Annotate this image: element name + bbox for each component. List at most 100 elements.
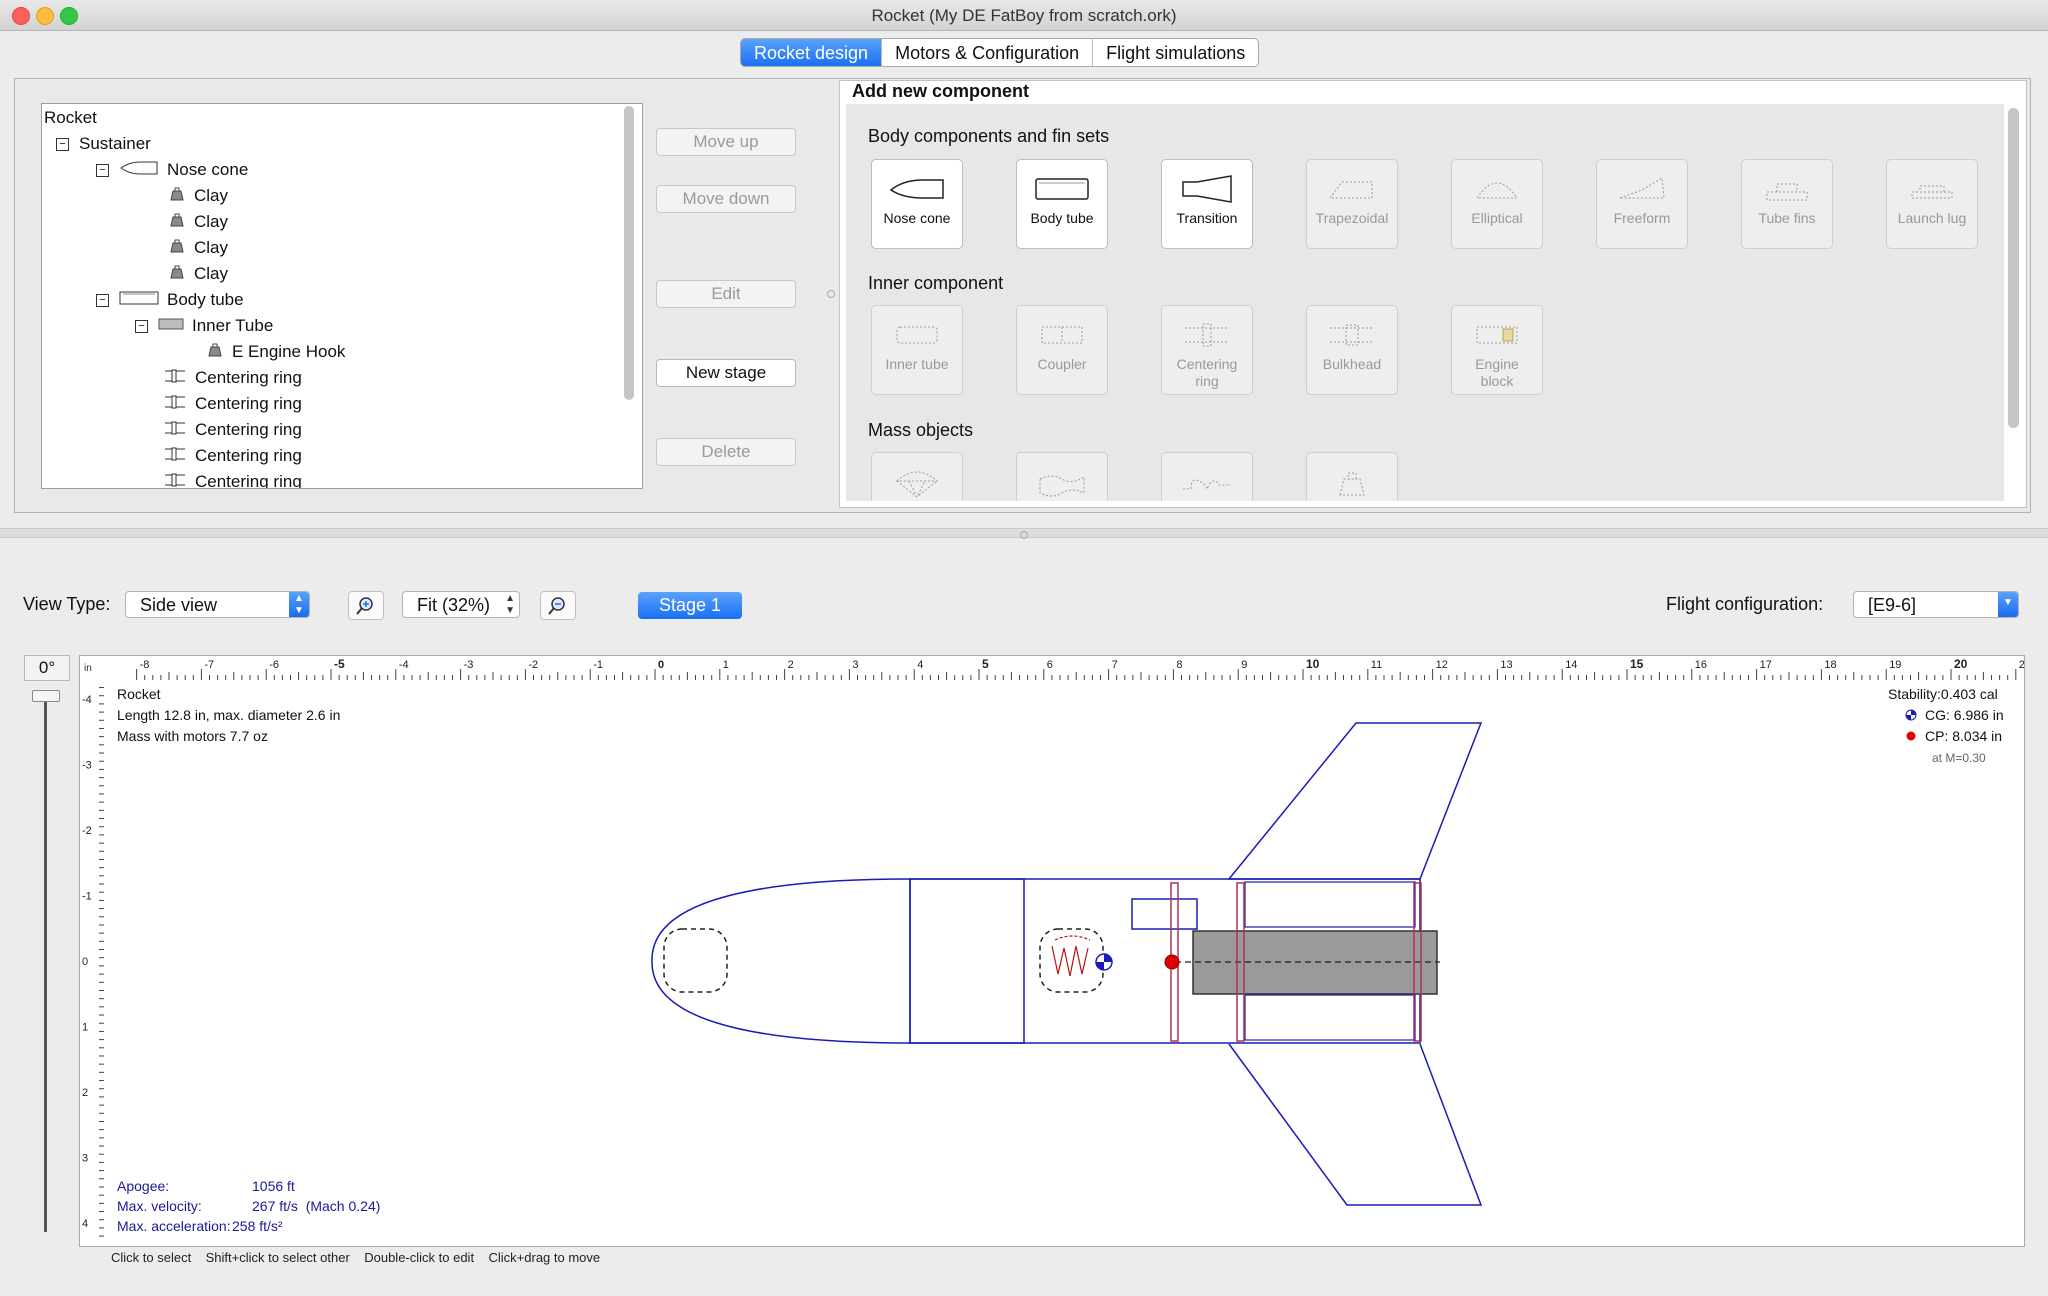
tree-item-rocket[interactable]: Rocket (44, 105, 97, 131)
nose-cone[interactable] (651, 878, 911, 1044)
add-parachute-button[interactable] (871, 452, 963, 501)
edit-button[interactable]: Edit (656, 280, 796, 308)
component-tree[interactable]: Rocket − Sustainer − Nose cone Clay Clay… (41, 103, 643, 489)
fin-lower[interactable] (1228, 1043, 1483, 1206)
rotation-slider-thumb[interactable] (32, 690, 60, 702)
view-type-value: Side view (140, 595, 218, 615)
zoom-out-button[interactable] (540, 591, 576, 620)
zoom-in-button[interactable] (348, 591, 384, 620)
tree-item-nose-cone[interactable]: − Nose cone (96, 157, 248, 183)
ruler-label: 2 (82, 1087, 88, 1099)
chevron-updown-icon: ▲ ▼ (505, 593, 515, 616)
delete-button[interactable]: Delete (656, 438, 796, 466)
tree-scrollbar[interactable] (624, 106, 634, 400)
add-trapezoidal-fins-button[interactable]: Trapezoidal (1306, 159, 1398, 249)
rocket-figure-canvas[interactable]: in -8 -7 -6 -5 -4 -3 -2 -1 0 1 2 3 4 5 6 7 8 9 10 11 12 13 14 1… (80, 656, 2024, 1246)
ruler-label: 10 (1306, 657, 1320, 671)
centering-ring-icon (163, 420, 187, 441)
add-shock-cord-button[interactable] (1161, 452, 1253, 501)
add-mass-component-button[interactable] (1306, 452, 1398, 501)
move-down-button[interactable]: Move down (656, 185, 796, 213)
collapse-icon[interactable]: − (96, 293, 109, 307)
flight-configuration-select[interactable]: [E9-6] ▼ (1853, 591, 2019, 618)
transition-icon (1182, 175, 1232, 203)
new-stage-button[interactable]: New stage (656, 359, 796, 387)
main-tabs: Rocket design Motors & Configuration Fli… (740, 38, 1260, 67)
add-transition-button[interactable]: Transition (1161, 159, 1253, 249)
cg-readout: CG: 6.986 in (1905, 707, 2004, 723)
tree-item-body-tube[interactable]: − Body tube (96, 287, 244, 313)
add-elliptical-fins-button[interactable]: Elliptical (1451, 159, 1543, 249)
coupler-section[interactable] (909, 878, 1025, 1044)
add-engine-block-button[interactable]: Engine block (1451, 305, 1543, 395)
tree-item-centering-ring[interactable]: Centering ring (163, 365, 302, 391)
rotation-slider-track[interactable] (44, 692, 47, 1232)
recovery-mass[interactable] (1039, 928, 1104, 993)
rocket-drawing[interactable] (651, 722, 1483, 1206)
ruler-label: 8 (1176, 659, 1182, 671)
ruler-label: -3 (82, 760, 92, 772)
collapse-icon[interactable]: − (96, 163, 109, 177)
add-bulkhead-button[interactable]: Bulkhead (1306, 305, 1398, 395)
ruler-label: -1 (82, 891, 92, 903)
add-streamer-button[interactable] (1016, 452, 1108, 501)
add-freeform-fins-button[interactable]: Freeform (1596, 159, 1688, 249)
stage-1-button[interactable]: Stage 1 (638, 592, 742, 619)
add-nose-cone-button[interactable]: Nose cone (871, 159, 963, 249)
fin-tab-upper[interactable] (1244, 881, 1416, 928)
add-tube-fins-button[interactable]: Tube fins (1741, 159, 1833, 249)
tree-item-centering-ring[interactable]: Centering ring (163, 391, 302, 417)
body-tube-icon (119, 290, 159, 310)
nose-weight-mass[interactable] (663, 928, 728, 993)
tab-motors-configuration[interactable]: Motors & Configuration (881, 39, 1092, 66)
mouse-hints: Click to select Shift+click to select ot… (111, 1250, 601, 1265)
coupler-icon (1041, 326, 1083, 344)
rocket-figure[interactable]: in -8 -7 -6 -5 -4 -3 -2 -1 0 1 2 3 4 5 6 7 8 9 10 11 12 13 14 1… (79, 655, 2025, 1247)
tree-item-centering-ring[interactable]: Centering ring (163, 469, 302, 488)
parachute-icon (895, 471, 939, 497)
tree-item-clay[interactable]: Clay (168, 209, 228, 235)
ruler-label: -4 (399, 659, 409, 671)
collapse-icon[interactable]: − (56, 137, 69, 151)
ruler-label: 17 (1760, 659, 1772, 671)
palette-scrollbar[interactable] (2008, 108, 2019, 428)
collapse-icon[interactable]: − (135, 319, 148, 333)
tree-item-inner-tube[interactable]: − Inner Tube (135, 313, 273, 339)
tree-item-clay[interactable]: Clay (168, 235, 228, 261)
add-launch-lug-button[interactable]: Launch lug (1886, 159, 1978, 249)
tree-item-label: Clay (194, 186, 229, 205)
tab-flight-simulations[interactable]: Flight simulations (1092, 39, 1258, 66)
tree-item-engine-hook[interactable]: E Engine Hook (206, 339, 345, 365)
zoom-value: Fit (32%) (417, 595, 491, 615)
tree-item-centering-ring[interactable]: Centering ring (163, 443, 302, 469)
tree-item-label: Sustainer (79, 134, 151, 153)
mass-weight-icon (206, 342, 224, 362)
ruler-label: -3 (464, 659, 474, 671)
centering-ring-icon (1185, 323, 1229, 347)
fin-tab-lower[interactable] (1244, 994, 1416, 1041)
tree-item-clay[interactable]: Clay (168, 183, 228, 209)
streamer-icon (1039, 475, 1085, 497)
fin-upper[interactable] (1227, 722, 1483, 880)
move-up-button[interactable]: Move up (656, 128, 796, 156)
ruler-label: -7 (204, 659, 214, 671)
add-coupler-button[interactable]: Coupler (1016, 305, 1108, 395)
add-body-tube-button[interactable]: Body tube (1016, 159, 1108, 249)
tab-rocket-design[interactable]: Rocket design (741, 39, 882, 66)
zoom-select[interactable]: Fit (32%) ▲ ▼ (402, 591, 520, 618)
tree-item-centering-ring[interactable]: Centering ring (163, 417, 302, 443)
add-inner-tube-button[interactable]: Inner tube (871, 305, 963, 395)
component-palette: Body components and fin sets Nose cone B… (846, 104, 2004, 501)
tree-item-sustainer[interactable]: − Sustainer (56, 131, 151, 157)
splitter-grip[interactable] (1020, 531, 1028, 539)
view-type-select[interactable]: Side view ▲ ▼ (125, 591, 310, 618)
launch-lug[interactable] (1131, 898, 1198, 930)
engine-block-icon (1476, 326, 1518, 344)
tree-item-clay[interactable]: Clay (168, 261, 228, 287)
flight-configuration-label: Flight configuration: (1666, 594, 1824, 614)
ruler-label: 1 (82, 1022, 88, 1034)
splitter-handle[interactable] (827, 290, 835, 298)
tube-fins-icon (1766, 183, 1808, 201)
add-centering-ring-button[interactable]: Centering ring (1161, 305, 1253, 395)
tree-item-label: Centering ring (195, 394, 302, 413)
